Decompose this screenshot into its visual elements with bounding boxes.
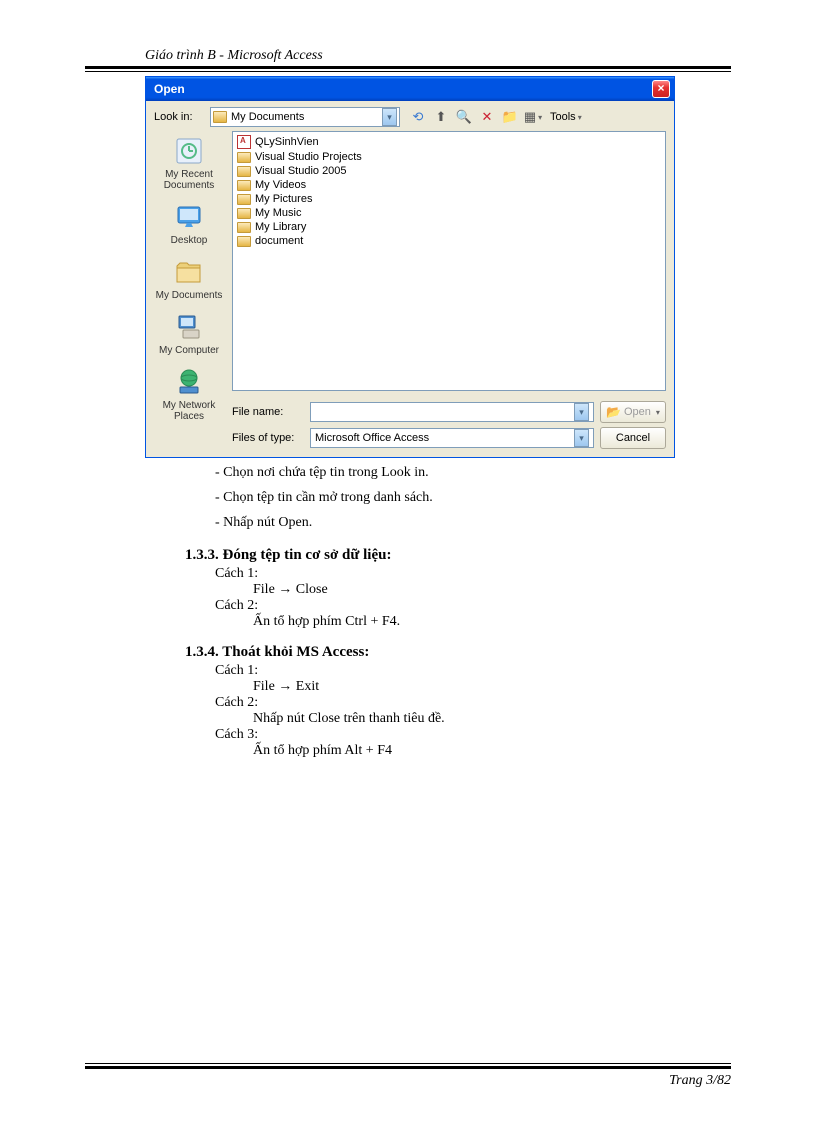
delete-icon[interactable]: ✕ bbox=[477, 107, 497, 127]
views-icon[interactable]: ▦▾ bbox=[523, 107, 543, 127]
list-item[interactable]: Visual Studio Projects bbox=[235, 150, 663, 164]
body-text: Cách 2: bbox=[215, 598, 731, 614]
dialog-title: Open bbox=[154, 82, 185, 96]
open-button[interactable]: 📂 Open ▾ bbox=[600, 401, 666, 423]
list-item[interactable]: document bbox=[235, 234, 663, 248]
place-network[interactable]: My Network Places bbox=[150, 364, 228, 424]
place-mycomputer[interactable]: My Computer bbox=[150, 309, 228, 358]
list-item[interactable]: My Pictures bbox=[235, 192, 663, 206]
network-icon bbox=[173, 366, 205, 398]
list-item[interactable]: My Library bbox=[235, 220, 663, 234]
folder-icon bbox=[237, 166, 251, 177]
computer-icon bbox=[173, 311, 205, 343]
body-text: Ấn tổ hợp phím Ctrl + F4. bbox=[253, 614, 731, 630]
place-label: Desktop bbox=[171, 235, 208, 246]
file-list[interactable]: QLySinhVien Visual Studio Projects Visua… bbox=[232, 131, 666, 391]
close-button[interactable]: × bbox=[652, 80, 670, 98]
body-text: Nhấp nút Close trên thanh tiêu đề. bbox=[253, 711, 731, 727]
cancel-button[interactable]: Cancel bbox=[600, 427, 666, 449]
recent-icon bbox=[173, 135, 205, 167]
filename-label: File name: bbox=[232, 406, 304, 418]
open-folder-icon: 📂 bbox=[606, 405, 621, 419]
list-item[interactable]: My Music bbox=[235, 206, 663, 220]
place-desktop[interactable]: Desktop bbox=[150, 199, 228, 248]
chevron-down-icon: ▾ bbox=[574, 429, 589, 447]
list-item[interactable]: QLySinhVien bbox=[235, 134, 663, 150]
desktop-icon bbox=[173, 201, 205, 233]
search-icon[interactable]: 🔍 bbox=[454, 107, 474, 127]
open-dialog: Open × Look in: My Documents ▾ ⟲ ⬆ 🔍 ✕ 📁… bbox=[145, 76, 675, 458]
places-bar: My Recent Documents Desktop My Documents bbox=[146, 131, 232, 449]
body-text: Cách 1: bbox=[215, 663, 731, 679]
place-label: My Documents bbox=[156, 290, 223, 301]
body-text: File → Close bbox=[253, 582, 731, 598]
toolbar: Look in: My Documents ▾ ⟲ ⬆ 🔍 ✕ 📁 ▦▾ Too… bbox=[146, 101, 674, 131]
up-icon[interactable]: ⬆ bbox=[431, 107, 451, 127]
titlebar: Open × bbox=[146, 77, 674, 101]
chevron-down-icon: ▾ bbox=[574, 403, 589, 421]
body-text: Ấn tổ hợp phím Alt + F4 bbox=[253, 743, 731, 759]
folder-icon bbox=[237, 152, 251, 163]
folder-icon bbox=[213, 111, 227, 123]
new-folder-icon[interactable]: 📁 bbox=[500, 107, 520, 127]
page-header: Giáo trình B - Microsoft Access bbox=[145, 48, 731, 64]
lookin-label: Look in: bbox=[154, 111, 206, 123]
body-text: Cách 2: bbox=[215, 695, 731, 711]
section-heading: 1.3.3. Đóng tệp tin cơ sở dữ liệu: bbox=[185, 547, 731, 564]
place-label: My Network Places bbox=[152, 400, 226, 422]
place-mydocs[interactable]: My Documents bbox=[150, 254, 228, 303]
page-footer: Trang 3/82 bbox=[669, 1073, 731, 1089]
back-icon[interactable]: ⟲ bbox=[408, 107, 428, 127]
filetype-label: Files of type: bbox=[232, 432, 304, 444]
tools-menu[interactable]: Tools▾ bbox=[546, 109, 586, 125]
chevron-down-icon: ▾ bbox=[382, 108, 397, 126]
filetype-dropdown[interactable]: Microsoft Office Access ▾ bbox=[310, 428, 594, 448]
step-text: - Chọn nơi chứa tệp tin trong Look in. bbox=[215, 464, 731, 483]
list-item[interactable]: Visual Studio 2005 bbox=[235, 164, 663, 178]
folder-icon bbox=[237, 236, 251, 247]
folder-icon bbox=[237, 194, 251, 205]
folder-icon bbox=[237, 208, 251, 219]
footer-divider bbox=[85, 1063, 731, 1069]
lookin-dropdown[interactable]: My Documents ▾ bbox=[210, 107, 400, 127]
place-label: My Computer bbox=[159, 345, 219, 356]
filename-input[interactable]: ▾ bbox=[310, 402, 594, 422]
lookin-value: My Documents bbox=[231, 111, 304, 123]
body-text: Cách 3: bbox=[215, 727, 731, 743]
step-text: - Chọn tệp tin cần mở trong danh sách. bbox=[215, 489, 731, 508]
list-item[interactable]: My Videos bbox=[235, 178, 663, 192]
section-heading: 1.3.4. Thoát khỏi MS Access: bbox=[185, 644, 731, 661]
header-divider bbox=[85, 66, 731, 72]
folder-icon bbox=[237, 180, 251, 191]
step-text: - Nhấp nút Open. bbox=[215, 514, 731, 533]
mydocs-icon bbox=[173, 256, 205, 288]
place-recent[interactable]: My Recent Documents bbox=[150, 133, 228, 193]
folder-icon bbox=[237, 222, 251, 233]
access-file-icon bbox=[237, 135, 251, 149]
place-label: My Recent Documents bbox=[152, 169, 226, 191]
body-text: File → Exit bbox=[253, 679, 731, 695]
body-text: Cách 1: bbox=[215, 566, 731, 582]
